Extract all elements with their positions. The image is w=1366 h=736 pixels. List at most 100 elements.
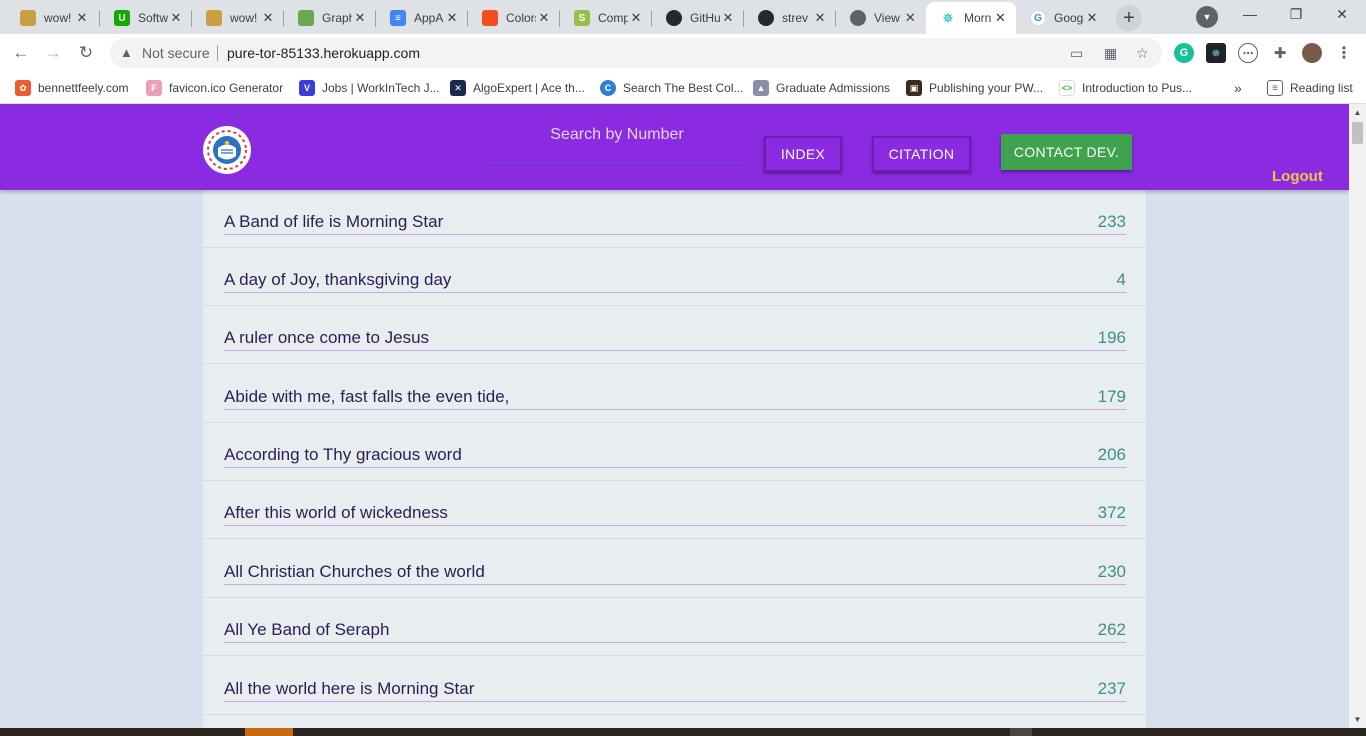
- university-icon: ▲: [753, 80, 769, 96]
- hymn-number: 372: [1097, 503, 1126, 522]
- close-icon[interactable]: ✕: [812, 10, 828, 26]
- hymn-row[interactable]: A ruler once come to Jesus 196: [203, 306, 1146, 364]
- hymn-link[interactable]: A day of Joy, thanksgiving day 4: [224, 270, 1126, 293]
- close-icon[interactable]: ✕: [1084, 10, 1100, 26]
- bookmark-item[interactable]: <> Introduction to Pus...: [1059, 79, 1192, 97]
- tab-title: Goog: [1054, 11, 1084, 25]
- close-icon[interactable]: ✕: [720, 10, 736, 26]
- browser-tab[interactable]: U Software ✕: [100, 4, 192, 32]
- reading-list-button[interactable]: ≡ Reading list: [1267, 79, 1353, 97]
- close-icon[interactable]: ✕: [993, 10, 1008, 26]
- citation-button[interactable]: CITATION: [872, 136, 971, 172]
- search-input[interactable]: [486, 118, 748, 152]
- hymn-row[interactable]: After this world of wickedness 372: [203, 481, 1146, 539]
- warning-icon[interactable]: ▲: [120, 45, 133, 60]
- hymn-link[interactable]: All the world here is Morning Star 237: [224, 679, 1126, 702]
- index-button[interactable]: INDEX: [764, 136, 842, 172]
- bookmark-item[interactable]: C Search The Best Col...: [600, 79, 744, 97]
- taskbar-app-item[interactable]: [1010, 728, 1032, 736]
- hymn-row[interactable]: All Ye Band of Seraph 262: [203, 598, 1146, 656]
- restore-icon[interactable]: ❐: [1286, 6, 1306, 23]
- minimize-icon[interactable]: —: [1240, 6, 1260, 22]
- bookmark-item[interactable]: ✕ AlgoExpert | Ace th...: [450, 79, 585, 97]
- hymn-link[interactable]: All Christian Churches of the world 230: [224, 562, 1126, 585]
- puzzle-icon[interactable]: ✚: [1270, 43, 1290, 63]
- browser-tab[interactable]: strev ✕: [744, 4, 836, 32]
- hymn-row[interactable]: Abide with me, fast falls the even tide,…: [203, 365, 1146, 423]
- url-text[interactable]: pure-tor-85133.herokuapp.com: [227, 45, 420, 61]
- bookmark-item[interactable]: ▣ Publishing your PW...: [906, 79, 1043, 97]
- bookmark-label: bennettfeely.com: [38, 81, 129, 95]
- browser-tab[interactable]: wow! ✕: [6, 4, 98, 32]
- browser-tab[interactable]: Graph ✕: [284, 4, 376, 32]
- bookmark-star-icon[interactable]: ☆: [1136, 45, 1149, 62]
- bookmark-label: Jobs | WorkInTech J...: [322, 81, 440, 95]
- hymn-link[interactable]: Abide with me, fast falls the even tide,…: [224, 387, 1126, 410]
- grammarly-icon[interactable]: G: [1174, 43, 1194, 63]
- close-icon[interactable]: ✕: [628, 10, 644, 26]
- hymn-link[interactable]: A ruler once come to Jesus 196: [224, 328, 1126, 351]
- hymn-link[interactable]: All Ye Band of Seraph 262: [224, 620, 1126, 643]
- tab-title: View: [874, 11, 900, 25]
- star-of-life-logo[interactable]: [203, 126, 251, 174]
- browser-tab[interactable]: Colors ✕: [468, 4, 560, 32]
- logout-link[interactable]: Logout: [1272, 168, 1323, 185]
- browser-tab[interactable]: ≡ AppA ✕: [376, 4, 468, 32]
- browser-tab[interactable]: S Comp ✕: [560, 4, 652, 32]
- hymn-row[interactable]: According to Thy gracious word 206: [203, 423, 1146, 481]
- hymn-link[interactable]: A Band of life is Morning Star 233: [224, 212, 1126, 235]
- search-by-number-field[interactable]: [486, 118, 748, 163]
- browser-tab-active[interactable]: ✵ Morn ✕: [926, 2, 1016, 34]
- hymn-row[interactable]: A Band of life is Morning Star 233: [203, 190, 1146, 248]
- bookmark-item[interactable]: ▲ Graduate Admissions: [753, 79, 890, 97]
- reload-icon[interactable]: ↻: [75, 42, 97, 64]
- close-icon[interactable]: ✕: [352, 10, 368, 26]
- hymn-number: 206: [1097, 445, 1126, 464]
- scroll-up-icon[interactable]: ▲: [1349, 104, 1366, 121]
- avatar[interactable]: [1302, 43, 1322, 63]
- forward-icon[interactable]: →: [42, 42, 64, 64]
- hymn-row[interactable]: All Christian Churches of the world 230: [203, 540, 1146, 598]
- taskbar-app-highlight[interactable]: [245, 728, 293, 736]
- hymn-number: 233: [1097, 212, 1126, 231]
- browser-tab[interactable]: wow! ✕: [192, 4, 284, 32]
- bookmark-item[interactable]: V Jobs | WorkInTech J...: [299, 79, 440, 97]
- browser-tab[interactable]: G Goog ✕: [1016, 4, 1108, 32]
- react-devtools-icon[interactable]: ✵: [1206, 43, 1226, 63]
- close-icon[interactable]: ✕: [74, 10, 90, 26]
- page-scrollbar[interactable]: ▲ ▼: [1349, 104, 1366, 728]
- browser-tab-strip: wow! ✕ U Software ✕ wow! ✕ Graph ✕ ≡ App…: [0, 0, 1366, 34]
- browser-tab[interactable]: View ✕: [836, 4, 926, 32]
- contact-dev-button[interactable]: CONTACT DEV.: [1001, 134, 1132, 170]
- close-icon[interactable]: ✕: [536, 10, 552, 26]
- back-icon[interactable]: ←: [10, 42, 32, 64]
- tab-title: wow!: [44, 11, 72, 25]
- hymn-link[interactable]: After this world of wickedness 372: [224, 503, 1126, 526]
- scroll-down-icon[interactable]: ▼: [1349, 711, 1366, 728]
- more-bookmarks-button[interactable]: »: [1234, 79, 1242, 97]
- browser-toolbar: ← → ↻ ▲ Not secure pure-tor-85133.heroku…: [0, 34, 1366, 72]
- bookmark-item[interactable]: ✿ bennettfeely.com: [15, 79, 129, 97]
- hymn-row[interactable]: A day of Joy, thanksgiving day 4: [203, 248, 1146, 306]
- close-icon[interactable]: ✕: [168, 10, 184, 26]
- menu-kebab-icon[interactable]: ⋮: [1334, 43, 1354, 63]
- window-close-icon[interactable]: ✕: [1332, 6, 1352, 23]
- scroll-thumb[interactable]: [1352, 122, 1363, 144]
- graph-icon: [298, 10, 314, 26]
- bennett-icon: ✿: [15, 80, 31, 96]
- security-label[interactable]: Not secure: [142, 45, 210, 61]
- bookmark-label: Introduction to Pus...: [1082, 81, 1193, 95]
- close-icon[interactable]: ✕: [444, 10, 460, 26]
- new-tab-button[interactable]: +: [1116, 5, 1142, 31]
- browser-tab[interactable]: GitHub ✕: [652, 4, 744, 32]
- hymn-link[interactable]: According to Thy gracious word 206: [224, 445, 1126, 468]
- cast-icon[interactable]: ▭: [1070, 45, 1083, 62]
- address-bar[interactable]: ▲ Not secure pure-tor-85133.herokuapp.co…: [110, 38, 1162, 68]
- extension-circle-icon[interactable]: ⋯: [1238, 43, 1258, 63]
- hymn-row[interactable]: All the world here is Morning Star 237: [203, 657, 1146, 715]
- close-icon[interactable]: ✕: [260, 10, 276, 26]
- bookmark-item[interactable]: F favicon.ico Generator: [146, 79, 283, 97]
- tab-search-icon[interactable]: ▼: [1196, 6, 1218, 28]
- close-icon[interactable]: ✕: [903, 10, 918, 26]
- qr-code-icon[interactable]: ▦: [1104, 45, 1117, 62]
